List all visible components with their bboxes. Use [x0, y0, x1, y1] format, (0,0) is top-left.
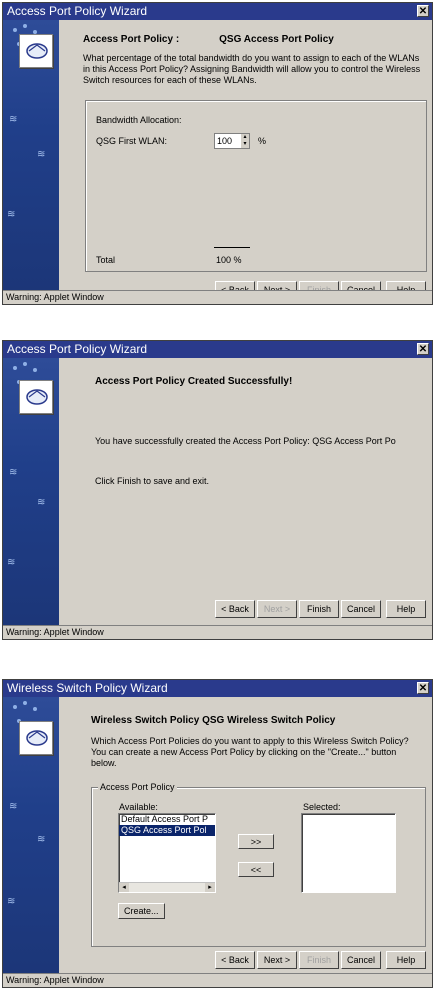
finish-button[interactable]: Finish: [298, 951, 339, 969]
wlan-label: QSG First WLAN:: [96, 136, 168, 146]
wlan-bandwidth-stepper[interactable]: 100 ▴ ▾: [214, 133, 250, 149]
percent-sign: %: [258, 136, 267, 146]
available-list[interactable]: Default Access Port P QSG Access Port Po…: [118, 813, 216, 893]
window-titlebar[interactable]: Access Port Policy Wizard ✕: [3, 3, 432, 20]
wizard-logo-icon: [19, 380, 53, 414]
wizard-description: What percentage of the total bandwidth d…: [83, 53, 421, 85]
status-bar: Warning: Applet Window: [3, 290, 432, 304]
back-button[interactable]: < Back: [214, 951, 255, 969]
total-value: 100 %: [216, 255, 242, 265]
window-title: Wireless Switch Policy Wizard: [7, 681, 168, 695]
next-button[interactable]: Next >: [256, 951, 297, 969]
window-titlebar[interactable]: Wireless Switch Policy Wizard ✕: [3, 680, 432, 697]
wlan-bandwidth-value[interactable]: 100: [217, 136, 232, 146]
wizard-logo-icon: [19, 34, 53, 68]
close-icon[interactable]: ✕: [417, 682, 429, 694]
available-list-item[interactable]: Default Access Port P: [119, 814, 215, 825]
status-bar: Warning: Applet Window: [3, 625, 432, 639]
group-label: Access Port Policy: [98, 782, 177, 792]
cancel-button[interactable]: Cancel: [340, 600, 381, 618]
policy-name: QSG Access Port Policy: [219, 34, 334, 45]
scroll-left-icon[interactable]: ◂: [119, 883, 129, 892]
window-title: Access Port Policy Wizard: [7, 4, 148, 18]
wireless-switch-policy-wizard: Wireless Switch Policy Wizard ✕ ≋ ≋ ≋ Wi…: [2, 679, 433, 988]
close-icon[interactable]: ✕: [417, 343, 429, 355]
scroll-right-icon[interactable]: ▸: [205, 883, 215, 892]
wizard-description: Which Access Port Policies do you want t…: [91, 736, 409, 768]
cancel-button[interactable]: Cancel: [340, 951, 381, 969]
add-policy-button[interactable]: >>: [238, 834, 274, 849]
finish-button[interactable]: Finish: [298, 600, 339, 618]
help-button[interactable]: Help: [386, 600, 426, 618]
finish-instruction: Click Finish to save and exit.: [95, 476, 210, 486]
spinner-arrows-icon[interactable]: ▴ ▾: [241, 134, 249, 148]
wizard-logo-icon: [19, 721, 53, 755]
available-label: Available:: [119, 802, 158, 812]
window-title: Access Port Policy Wizard: [7, 342, 148, 356]
close-icon[interactable]: ✕: [417, 5, 429, 17]
selected-label: Selected:: [303, 802, 341, 812]
total-divider: [214, 247, 250, 248]
help-button[interactable]: Help: [386, 951, 426, 969]
access-port-policy-wizard-success: Access Port Policy Wizard ✕ ≋ ≋ ≋ Access…: [2, 340, 433, 640]
bandwidth-heading: Bandwidth Allocation:: [96, 115, 182, 125]
wireless-switch-policy-heading: Wireless Switch Policy QSG Wireless Swit…: [91, 715, 336, 726]
status-bar: Warning: Applet Window: [3, 973, 432, 987]
create-policy-button[interactable]: Create...: [118, 903, 165, 919]
success-message: You have successfully created the Access…: [95, 436, 396, 446]
available-list-item-selected[interactable]: QSG Access Port Pol: [119, 825, 215, 836]
next-button[interactable]: Next >: [256, 600, 297, 618]
back-button[interactable]: < Back: [214, 600, 255, 618]
bandwidth-panel: Bandwidth Allocation: QSG First WLAN: 10…: [85, 100, 427, 272]
access-port-policy-group: Access Port Policy Available: Default Ac…: [91, 782, 426, 947]
access-port-policy-wizard-bandwidth: Access Port Policy Wizard ✕ ≋ ≋ ≋ Access…: [2, 2, 433, 305]
success-heading: Access Port Policy Created Successfully!: [95, 376, 293, 387]
policy-label: Access Port Policy :: [83, 34, 180, 45]
window-titlebar[interactable]: Access Port Policy Wizard ✕: [3, 341, 432, 358]
wizard-button-row: < Back Next > Finish Cancel Help: [214, 951, 426, 969]
remove-policy-button[interactable]: <<: [238, 862, 274, 877]
total-label: Total: [96, 255, 116, 265]
selected-list[interactable]: [301, 813, 396, 893]
horizontal-scrollbar[interactable]: ◂ ▸: [119, 882, 215, 892]
wizard-button-row: < Back Next > Finish Cancel Help: [214, 600, 426, 618]
